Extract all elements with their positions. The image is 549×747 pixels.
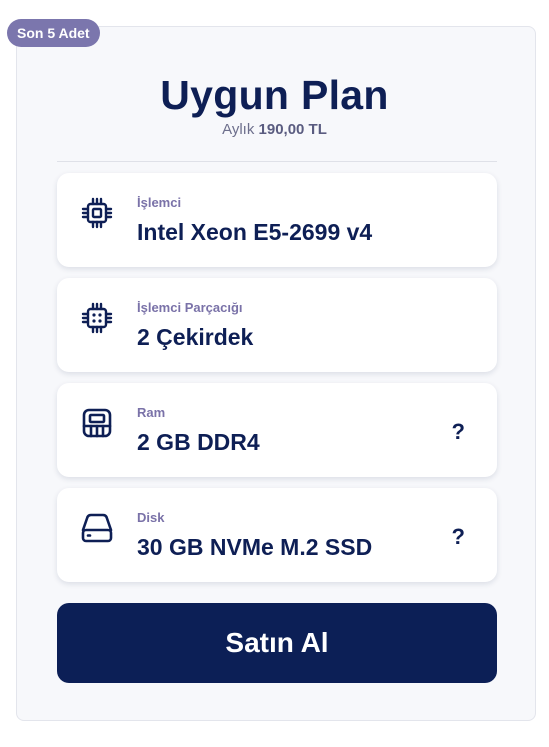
price-value: 190,00 TL: [258, 121, 327, 138]
disk-icon: [81, 513, 113, 543]
ram-icon: [82, 408, 112, 438]
cpu-cores-icon: [81, 302, 113, 334]
plan-title: Uygun Plan: [160, 72, 389, 118]
spec-label: Disk: [137, 510, 165, 525]
plan-price: Aylık 190,00 TL: [0, 121, 549, 138]
spec-ram: Ram 2 GB DDR4 ?: [57, 383, 497, 477]
disk-help-button[interactable]: ?: [452, 524, 465, 550]
spec-value: Intel Xeon E5-2699 v4: [137, 219, 373, 245]
buy-button[interactable]: Satın Al: [57, 603, 497, 683]
spec-value: 2 GB DDR4: [137, 429, 260, 455]
spec-value: 2 Çekirdek: [137, 324, 254, 350]
spec-label: İşlemci: [137, 195, 182, 210]
ram-help-button[interactable]: ?: [452, 419, 465, 445]
price-prefix: Aylık: [222, 121, 255, 138]
spec-label: Ram: [137, 405, 166, 420]
spec-label: İşlemci Parçacığı: [137, 300, 243, 315]
stock-badge: Son 5 Adet: [7, 19, 100, 47]
spec-value: 30 GB NVMe M.2 SSD: [137, 534, 373, 560]
cpu-icon: [81, 197, 113, 229]
spec-cpu: İşlemci Intel Xeon E5-2699 v4: [57, 173, 497, 267]
spec-disk: Disk 30 GB NVMe M.2 SSD ?: [57, 488, 497, 582]
divider: [57, 161, 497, 162]
spec-cpu-threads: İşlemci Parçacığı 2 Çekirdek: [57, 278, 497, 372]
